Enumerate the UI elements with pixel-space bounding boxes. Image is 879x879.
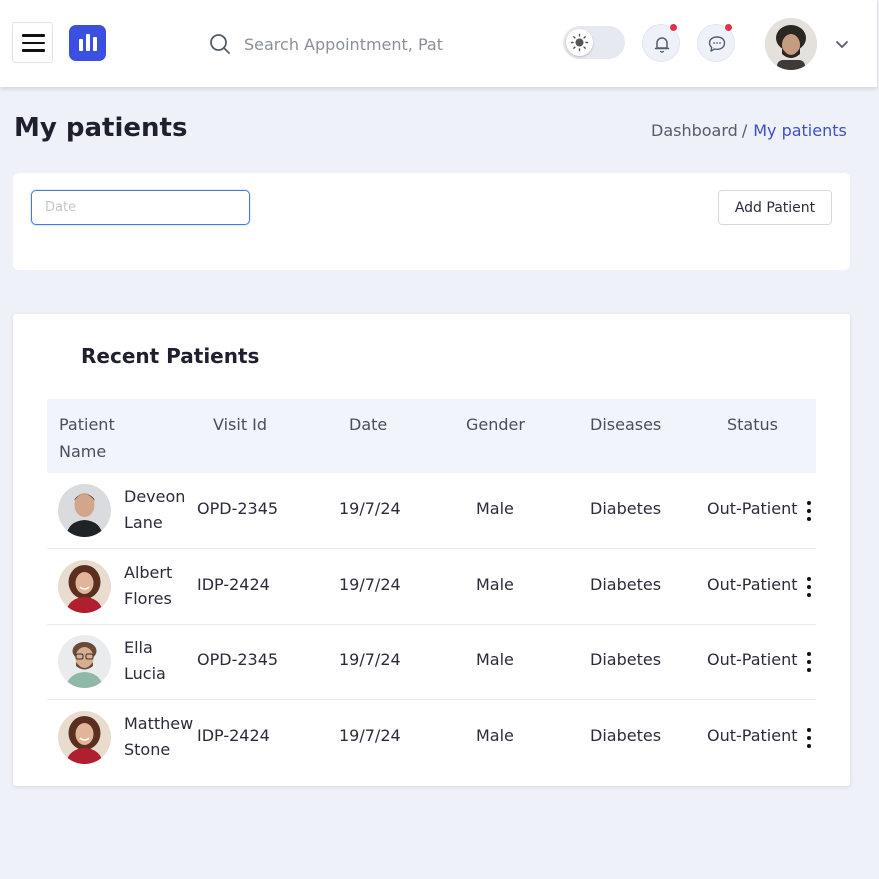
kebab-dot — [807, 728, 811, 732]
filter-card: Add Patient — [13, 173, 850, 270]
patient-first-name: Deveon — [124, 487, 186, 506]
row-actions-kebab-icon[interactable] — [805, 652, 813, 674]
visit-id-cell: IDP-2424 — [197, 726, 270, 745]
chat-icon — [708, 36, 726, 52]
disease-cell: Diabetes — [590, 575, 662, 594]
column-header-patient-name-line1: Patient — [59, 415, 115, 434]
add-patient-button[interactable]: Add Patient — [718, 190, 832, 225]
recent-patients-card: Recent Patients Patient Name Visit Id Da… — [13, 314, 850, 786]
patient-avatar — [58, 711, 111, 764]
visit-id-cell: OPD-2345 — [197, 499, 279, 518]
patient-last-name: Flores — [124, 589, 172, 608]
theme-toggle-knob — [566, 29, 593, 56]
column-header-patient-name: Patient Name — [59, 411, 115, 465]
kebab-dot — [807, 517, 811, 521]
date-filter-input[interactable] — [31, 190, 250, 225]
column-header-patient-name-line2: Name — [59, 442, 107, 461]
hamburger-icon-bar — [22, 49, 45, 52]
column-header-diseases: Diseases — [590, 415, 662, 434]
patient-name[interactable]: Albert Flores — [124, 560, 198, 612]
disease-cell: Diabetes — [590, 650, 662, 669]
patient-last-name: Lane — [124, 513, 163, 532]
patient-last-name: Lucia — [124, 664, 166, 683]
kebab-dot — [807, 501, 811, 505]
status-cell: Out-Patient — [707, 726, 798, 745]
patient-first-name: Albert — [124, 563, 173, 582]
page-title: My patients — [14, 113, 188, 143]
kebab-dot — [807, 660, 811, 664]
breadcrumb-home-link[interactable]: Dashboard — [651, 121, 738, 140]
search-icon — [210, 34, 230, 54]
date-cell: 19/7/24 — [339, 726, 401, 745]
logo-bar — [86, 34, 90, 51]
column-header-status: Status — [727, 415, 778, 434]
visit-id-cell: IDP-2424 — [197, 575, 270, 594]
row-actions-kebab-icon[interactable] — [805, 501, 813, 523]
date-cell: 19/7/24 — [339, 575, 401, 594]
date-cell: 19/7/24 — [339, 650, 401, 669]
date-cell: 19/7/24 — [339, 499, 401, 518]
kebab-dot — [807, 585, 811, 589]
breadcrumb-separator: / — [741, 121, 748, 140]
notification-badge — [669, 23, 678, 32]
recent-patients-title: Recent Patients — [81, 344, 260, 368]
logo-bar — [79, 39, 83, 51]
patient-avatar — [58, 484, 111, 537]
disease-cell: Diabetes — [590, 726, 662, 745]
patient-first-name: Matthew — [124, 714, 194, 733]
row-actions-kebab-icon[interactable] — [805, 577, 813, 599]
hamburger-icon — [22, 34, 45, 37]
app-logo-icon[interactable] — [69, 25, 106, 61]
patient-name[interactable]: Matthew Stone — [124, 711, 198, 763]
messages-button[interactable] — [697, 23, 735, 62]
kebab-dot — [807, 668, 811, 672]
gender-cell: Male — [476, 499, 514, 518]
kebab-dot — [807, 577, 811, 581]
kebab-dot — [807, 744, 811, 748]
gender-cell: Male — [476, 650, 514, 669]
table-row[interactable]: Ella Lucia OPD-2345 19/7/24 Male Diabetes Out-… — [47, 624, 816, 700]
patient-avatar — [58, 635, 111, 688]
patient-name[interactable]: Deveon Lane — [124, 484, 198, 536]
visit-id-cell: OPD-2345 — [197, 650, 279, 669]
status-cell: Out-Patient — [707, 650, 798, 669]
search-input[interactable] — [244, 30, 444, 58]
table-row[interactable]: Albert Flores IDP-2424 19/7/24 Male Diabetes O… — [47, 549, 816, 625]
bell-icon — [654, 37, 670, 53]
kebab-dot — [807, 509, 811, 513]
patient-last-name: Stone — [124, 740, 171, 759]
column-header-date: Date — [349, 415, 388, 434]
row-actions-kebab-icon[interactable] — [805, 728, 813, 750]
message-badge — [724, 23, 733, 32]
gender-cell: Male — [476, 575, 514, 594]
kebab-dot — [807, 652, 811, 656]
disease-cell: Diabetes — [590, 499, 662, 518]
user-avatar-image — [765, 18, 817, 70]
user-avatar[interactable] — [765, 18, 817, 70]
column-header-gender: Gender — [466, 415, 525, 434]
top-header — [0, 0, 877, 87]
table-row[interactable]: Matthew Stone IDP-2424 19/7/24 Male Diabetes O… — [47, 700, 816, 776]
table-row[interactable]: Deveon Lane OPD-2345 19/7/24 Male Diabetes Out… — [47, 473, 816, 549]
gender-cell: Male — [476, 726, 514, 745]
chevron-down-icon[interactable] — [834, 36, 850, 52]
kebab-dot — [807, 593, 811, 597]
patient-avatar — [58, 560, 111, 613]
status-cell: Out-Patient — [707, 575, 798, 594]
menu-toggle-button[interactable] — [12, 22, 53, 63]
kebab-dot — [807, 736, 811, 740]
table-header: Patient Name Visit Id Date Gender Diseas… — [47, 399, 816, 473]
patient-name[interactable]: Ella Lucia — [124, 635, 198, 687]
sun-icon — [570, 33, 589, 52]
notifications-button[interactable] — [642, 23, 680, 62]
hamburger-icon-bar — [22, 41, 45, 44]
breadcrumb: Dashboard / My patients — [651, 121, 847, 140]
status-cell: Out-Patient — [707, 499, 798, 518]
logo-bar — [93, 37, 97, 51]
theme-toggle[interactable] — [563, 26, 625, 59]
patient-first-name: Ella — [124, 638, 153, 657]
breadcrumb-current: My patients — [753, 121, 847, 140]
column-header-visit-id: Visit Id — [213, 415, 268, 434]
